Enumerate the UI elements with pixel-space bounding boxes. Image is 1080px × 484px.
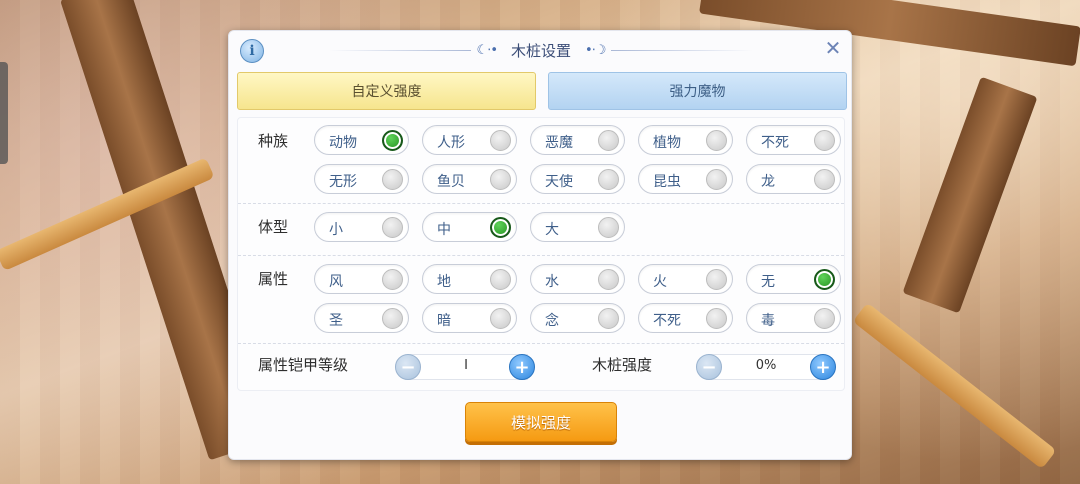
dummy-strength-value: 0% — [755, 358, 777, 373]
element-option-wind[interactable]: 风 — [314, 264, 409, 294]
element-label: 属性 — [258, 270, 289, 288]
option-label: 暗 — [437, 313, 451, 329]
radio-indicator — [598, 308, 619, 329]
option-label: 火 — [653, 274, 667, 290]
armor-level-decrease-button[interactable]: − — [395, 354, 421, 380]
radio-indicator — [382, 169, 403, 190]
settings-panel: 种族 动物 人形 恶魔 植物 不死 无形 鱼贝 天使 昆虫 龙 体型 小 中 大… — [237, 117, 845, 391]
option-label: 水 — [545, 274, 559, 290]
race-option-insect[interactable]: 昆虫 — [638, 164, 733, 194]
option-label: 圣 — [329, 313, 343, 329]
element-option-earth[interactable]: 地 — [422, 264, 517, 294]
simulate-strength-button[interactable]: 模拟强度 — [465, 402, 617, 442]
radio-indicator — [814, 130, 835, 151]
option-label: 无 — [761, 274, 775, 290]
tab-powerful-monster[interactable]: 强力魔物 — [548, 72, 847, 110]
race-option-demon[interactable]: 恶魔 — [530, 125, 625, 155]
element-option-holy[interactable]: 圣 — [314, 303, 409, 333]
race-option-demihuman[interactable]: 人形 — [422, 125, 517, 155]
radio-indicator — [598, 130, 619, 151]
element-option-water[interactable]: 水 — [530, 264, 625, 294]
dialog-title: 木桩设置 — [511, 41, 572, 60]
option-label: 无形 — [329, 174, 357, 190]
radio-indicator — [490, 217, 511, 238]
title-divider-right — [611, 49, 754, 51]
element-option-ghost[interactable]: 念 — [530, 303, 625, 333]
stepper-section: 属性铠甲等级 − I + 木桩强度 − 0% + — [238, 344, 844, 390]
radio-indicator — [814, 169, 835, 190]
radio-indicator — [382, 308, 403, 329]
info-icon[interactable]: i — [240, 39, 264, 63]
race-label: 种族 — [258, 132, 289, 150]
option-label: 大 — [545, 222, 559, 238]
radio-indicator — [598, 217, 619, 238]
size-section: 体型 小 中 大 — [238, 204, 844, 256]
race-option-animal[interactable]: 动物 — [314, 125, 409, 155]
dummy-strength-decrease-button[interactable]: − — [696, 354, 722, 380]
option-label: 念 — [545, 313, 559, 329]
radio-indicator — [382, 217, 403, 238]
race-section: 种族 动物 人形 恶魔 植物 不死 无形 鱼贝 天使 昆虫 龙 — [238, 118, 844, 204]
race-option-plant[interactable]: 植物 — [638, 125, 733, 155]
race-option-fish[interactable]: 鱼贝 — [422, 164, 517, 194]
option-label: 动物 — [329, 135, 357, 151]
size-option-small[interactable]: 小 — [314, 212, 409, 242]
size-label: 体型 — [258, 218, 289, 236]
dummy-strength-label: 木桩强度 — [592, 356, 653, 374]
tab-custom-strength[interactable]: 自定义强度 — [237, 72, 536, 110]
size-option-medium[interactable]: 中 — [422, 212, 517, 242]
dummy-settings-dialog: i ☾⋅• 木桩设置 •⋅☽ ✕ 自定义强度 强力魔物 种族 动物 人形 恶魔 … — [228, 30, 852, 460]
element-option-poison[interactable]: 毒 — [746, 303, 841, 333]
radio-indicator — [490, 169, 511, 190]
option-label: 龙 — [761, 174, 775, 190]
race-option-formless[interactable]: 无形 — [314, 164, 409, 194]
option-label: 天使 — [545, 174, 573, 190]
race-option-undead[interactable]: 不死 — [746, 125, 841, 155]
option-label: 昆虫 — [653, 174, 681, 190]
radio-indicator — [382, 269, 403, 290]
option-label: 植物 — [653, 135, 681, 151]
element-option-fire[interactable]: 火 — [638, 264, 733, 294]
option-label: 小 — [329, 222, 343, 238]
radio-indicator — [706, 308, 727, 329]
radio-indicator — [490, 308, 511, 329]
option-label: 风 — [329, 274, 343, 290]
radio-indicator — [490, 269, 511, 290]
radio-indicator — [490, 130, 511, 151]
option-label: 不死 — [761, 135, 789, 151]
radio-indicator — [814, 269, 835, 290]
element-option-undead[interactable]: 不死 — [638, 303, 733, 333]
armor-level-increase-button[interactable]: + — [509, 354, 535, 380]
race-option-dragon[interactable]: 龙 — [746, 164, 841, 194]
radio-indicator — [382, 130, 403, 151]
armor-level-label: 属性铠甲等级 — [258, 356, 349, 374]
race-option-angel[interactable]: 天使 — [530, 164, 625, 194]
option-label: 不死 — [653, 313, 681, 329]
radio-indicator — [706, 130, 727, 151]
size-option-large[interactable]: 大 — [530, 212, 625, 242]
option-label: 毒 — [761, 313, 775, 329]
title-ornament-left-icon: ☾⋅• — [476, 42, 498, 58]
radio-indicator — [706, 169, 727, 190]
element-option-neutral[interactable]: 无 — [746, 264, 841, 294]
radio-indicator — [814, 308, 835, 329]
element-section: 属性 风 地 水 火 无 圣 暗 念 不死 毒 — [238, 256, 844, 344]
title-divider-left — [329, 49, 471, 51]
option-label: 恶魔 — [545, 135, 573, 151]
dialog-header: ☾⋅• 木桩设置 •⋅☽ — [329, 39, 754, 61]
close-icon[interactable]: ✕ — [823, 38, 843, 58]
radio-indicator — [706, 269, 727, 290]
option-label: 鱼贝 — [437, 174, 465, 190]
dummy-strength-increase-button[interactable]: + — [810, 354, 836, 380]
element-option-shadow[interactable]: 暗 — [422, 303, 517, 333]
radio-indicator — [598, 169, 619, 190]
title-ornament-right-icon: •⋅☽ — [585, 42, 606, 58]
option-label: 人形 — [437, 135, 465, 151]
armor-level-value: I — [464, 358, 468, 373]
side-handle[interactable] — [0, 62, 8, 164]
radio-indicator — [598, 269, 619, 290]
option-label: 中 — [437, 222, 451, 238]
option-label: 地 — [437, 274, 451, 290]
